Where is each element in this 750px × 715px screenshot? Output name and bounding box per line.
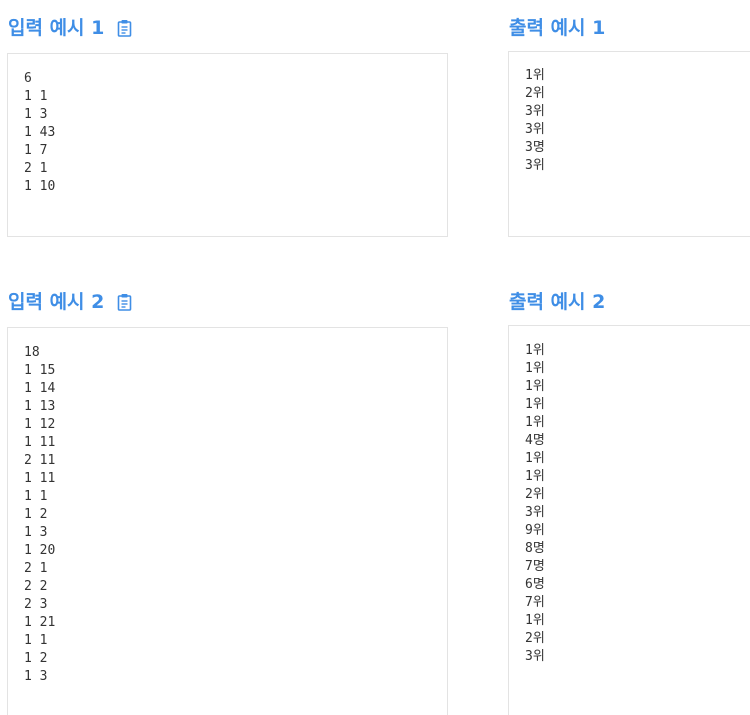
- sample-input-1-title: 입력 예시 1: [8, 17, 105, 39]
- sample-input-1-heading: 입력 예시 1: [8, 16, 132, 40]
- sample-input-2-content: 18 1 15 1 14 1 13 1 12 1 11 2 11 1 11 1 …: [24, 345, 56, 684]
- sample-output-1-title: 출력 예시 1: [509, 17, 606, 39]
- sample-input-1-content: 6 1 1 1 3 1 43 1 7 2 1 1 10: [24, 71, 56, 194]
- sample-output-1-content: 1위 2위 3위 3위 3명 3위: [525, 68, 545, 173]
- sample-input-2-title: 입력 예시 2: [8, 291, 105, 313]
- sample-output-2-heading: 출력 예시 2: [509, 290, 605, 314]
- clipboard-icon[interactable]: [117, 293, 132, 311]
- sample-input-2-heading: 입력 예시 2: [8, 290, 132, 314]
- sample-output-2-title: 출력 예시 2: [509, 291, 606, 313]
- sample-input-1-box: 6 1 1 1 3 1 43 1 7 2 1 1 10: [7, 53, 448, 237]
- sample-output-1-box: 1위 2위 3위 3위 3명 3위: [508, 51, 750, 237]
- sample-output-2-content: 1위 1위 1위 1위 1위 4명 1위 1위 2위 3위 9위 8명 7명 6…: [525, 343, 545, 664]
- sample-output-1-heading: 출력 예시 1: [509, 16, 605, 40]
- sample-input-2-box: 18 1 15 1 14 1 13 1 12 1 11 2 11 1 11 1 …: [7, 327, 448, 715]
- clipboard-icon[interactable]: [117, 19, 132, 37]
- sample-output-2-box: 1위 1위 1위 1위 1위 4명 1위 1위 2위 3위 9위 8명 7명 6…: [508, 325, 750, 715]
